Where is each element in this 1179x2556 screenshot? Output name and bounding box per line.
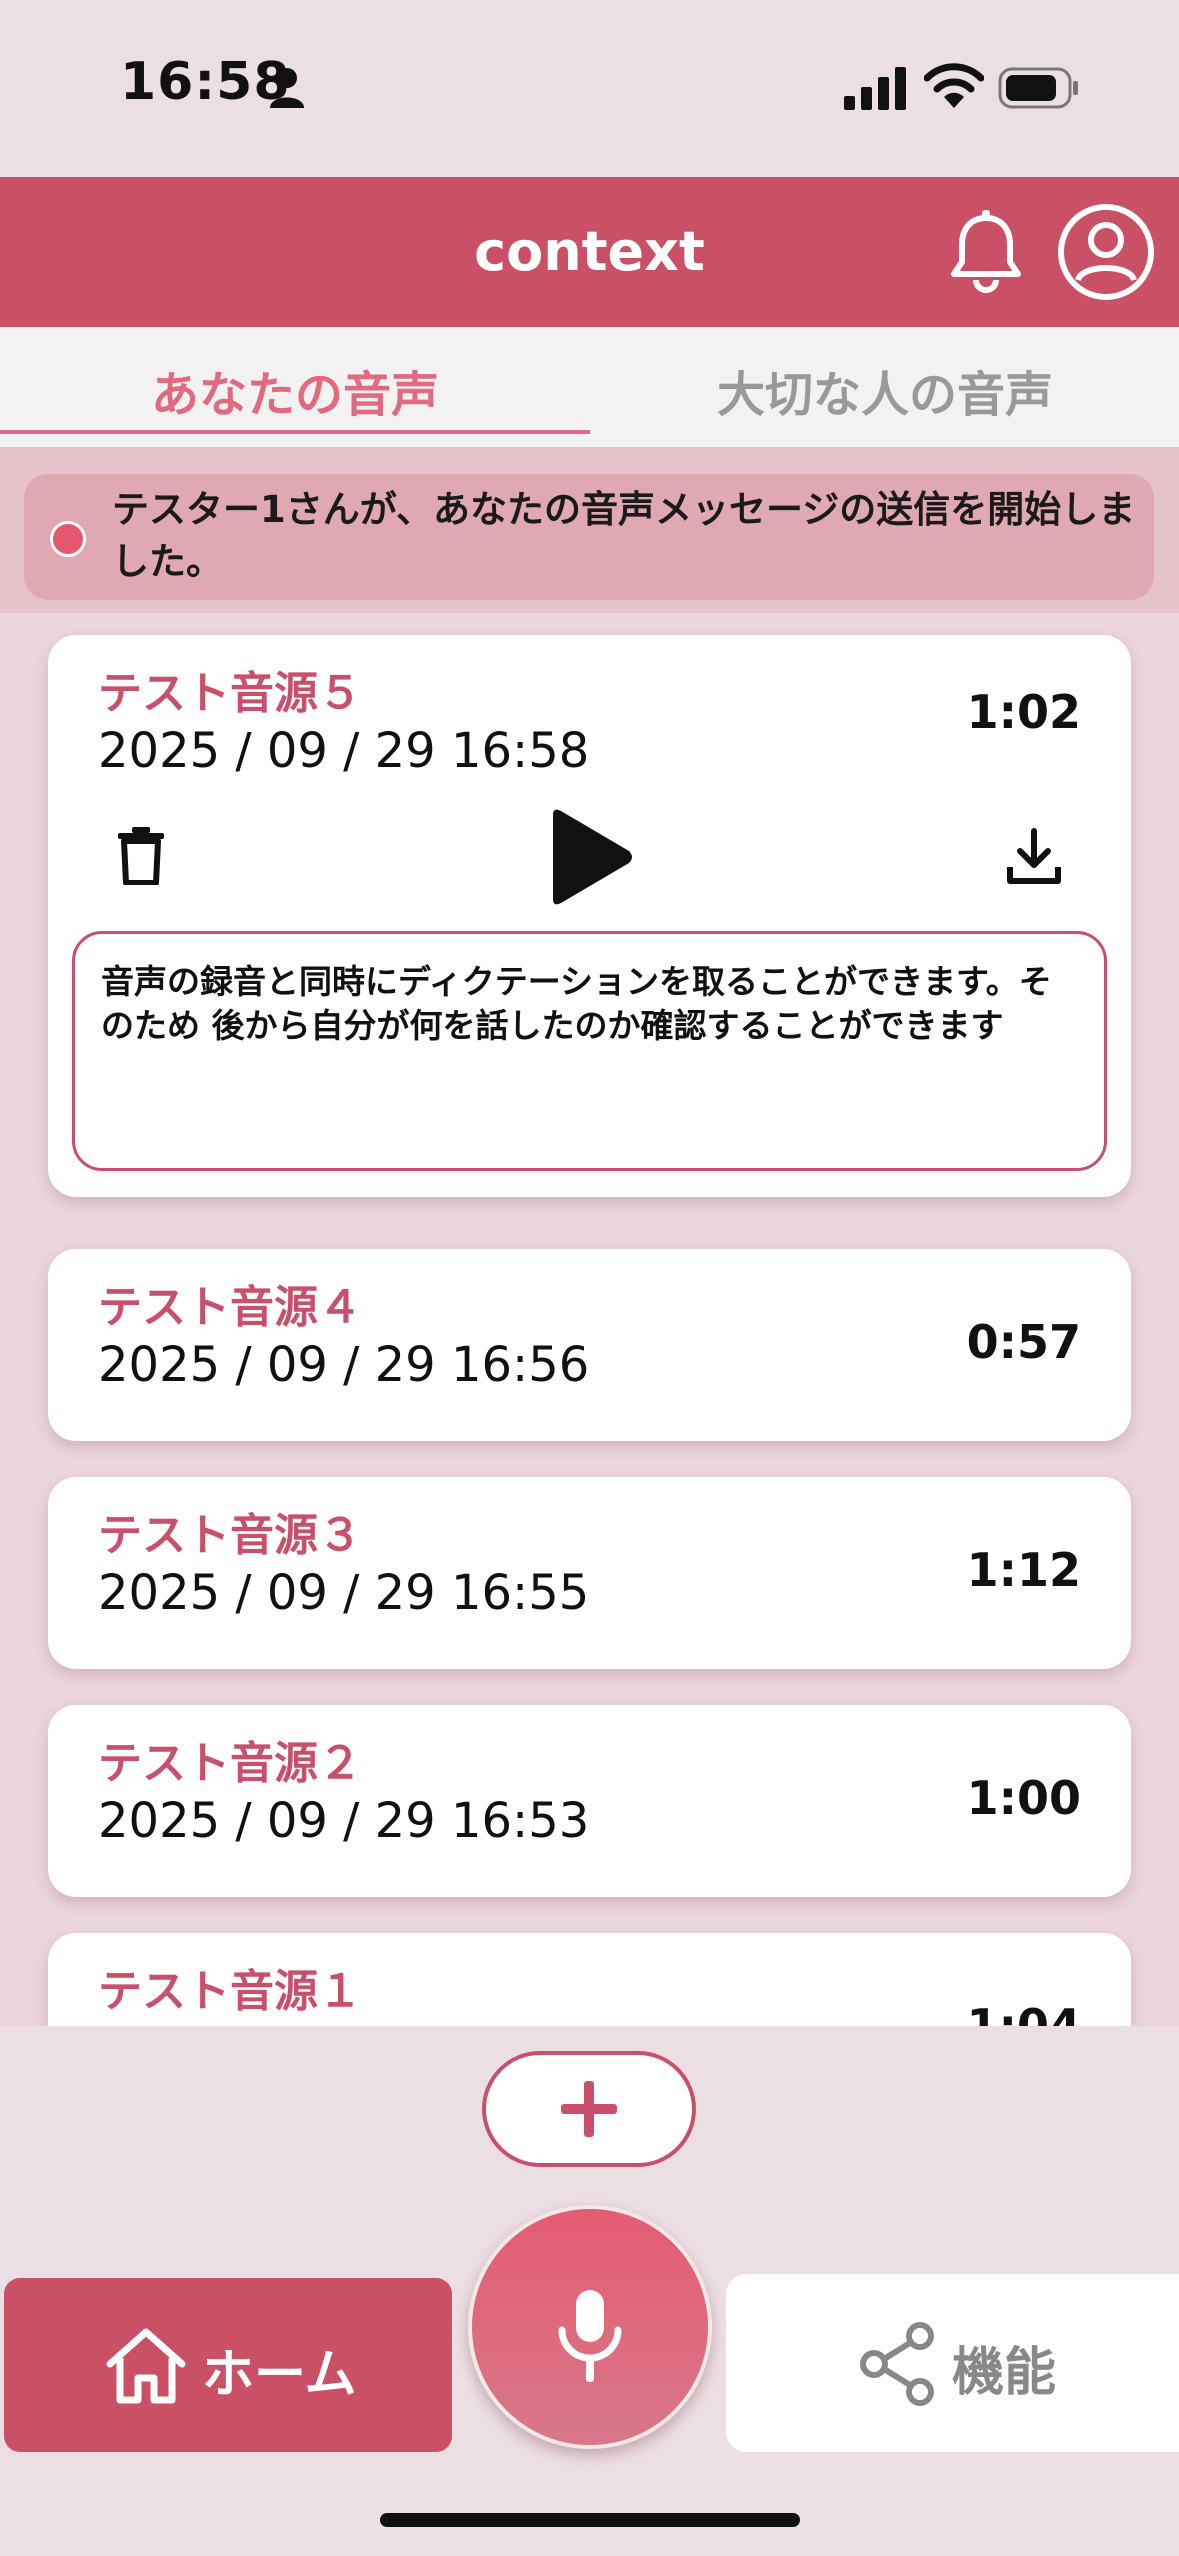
- status-time: 16:58: [120, 52, 291, 112]
- plus-icon: [561, 2081, 617, 2137]
- home-indicator[interactable]: [380, 2513, 800, 2527]
- nav-features-label: 機能: [952, 2343, 1057, 2403]
- notice-text: テスター1さんが、あなたの音声メッセージの送信を開始しました。: [112, 488, 1136, 583]
- recording-card[interactable]: テスト音源４ 2025 / 09 / 29 16:56 0:57: [48, 1249, 1131, 1441]
- microphone-icon: [558, 2290, 622, 2382]
- home-icon: [106, 2328, 186, 2404]
- recording-title: テスト音源１: [98, 1966, 362, 2017]
- recording-duration: 1:00: [966, 1771, 1081, 1825]
- download-icon[interactable]: [1004, 827, 1064, 887]
- recording-title: テスト音源３: [98, 1510, 362, 1561]
- recording-date: 2025 / 09 / 29 16:53: [98, 1793, 590, 1849]
- recording-card[interactable]: テスト音源１ 1:04: [48, 1933, 1131, 2026]
- recording-duration: 1:04: [966, 1999, 1081, 2026]
- recording-date: 2025 / 09 / 29 16:58: [98, 723, 590, 779]
- add-recording-button[interactable]: [482, 2051, 696, 2167]
- bell-icon[interactable]: [948, 210, 1024, 294]
- recording-date: 2025 / 09 / 29 16:55: [98, 1565, 590, 1621]
- recording-card-expanded[interactable]: テスト音源５ 2025 / 09 / 29 16:58 1:02 音声の録音と同…: [48, 635, 1131, 1197]
- active-tab-indicator: [0, 430, 590, 434]
- transcript-field[interactable]: 音声の録音と同時にディクテーションを取ることができます。そのため 後から自分が何…: [72, 931, 1107, 1171]
- person-icon: [270, 68, 304, 108]
- recording-card[interactable]: テスト音源３ 2025 / 09 / 29 16:55 1:12: [48, 1477, 1131, 1669]
- recording-title: テスト音源５: [98, 668, 362, 719]
- recording-list[interactable]: テスト音源５ 2025 / 09 / 29 16:58 1:02 音声の録音と同…: [0, 613, 1179, 2026]
- recording-duration: 0:57: [966, 1315, 1081, 1369]
- battery-icon: [998, 67, 1078, 109]
- recording-date: 2025 / 09 / 29 16:56: [98, 1337, 590, 1393]
- share-icon: [860, 2322, 934, 2406]
- wifi-icon: [924, 63, 984, 108]
- tab-loved-ones-voice[interactable]: 大切な人の音声: [590, 355, 1179, 425]
- recording-title: テスト音源４: [98, 1282, 362, 1333]
- nav-home-label: ホーム: [202, 2345, 357, 2405]
- recording-card[interactable]: テスト音源２ 2025 / 09 / 29 16:53 1:00: [48, 1705, 1131, 1897]
- play-icon[interactable]: [545, 807, 635, 907]
- trash-icon[interactable]: [116, 825, 166, 885]
- signal-icon: [844, 67, 906, 110]
- tab-my-voice[interactable]: あなたの音声: [0, 355, 590, 425]
- notice-dot-icon: [50, 521, 86, 557]
- recording-title: テスト音源２: [98, 1738, 362, 1789]
- recording-duration: 1:02: [966, 685, 1081, 739]
- recording-duration: 1:12: [966, 1543, 1081, 1597]
- account-icon[interactable]: [1056, 202, 1156, 302]
